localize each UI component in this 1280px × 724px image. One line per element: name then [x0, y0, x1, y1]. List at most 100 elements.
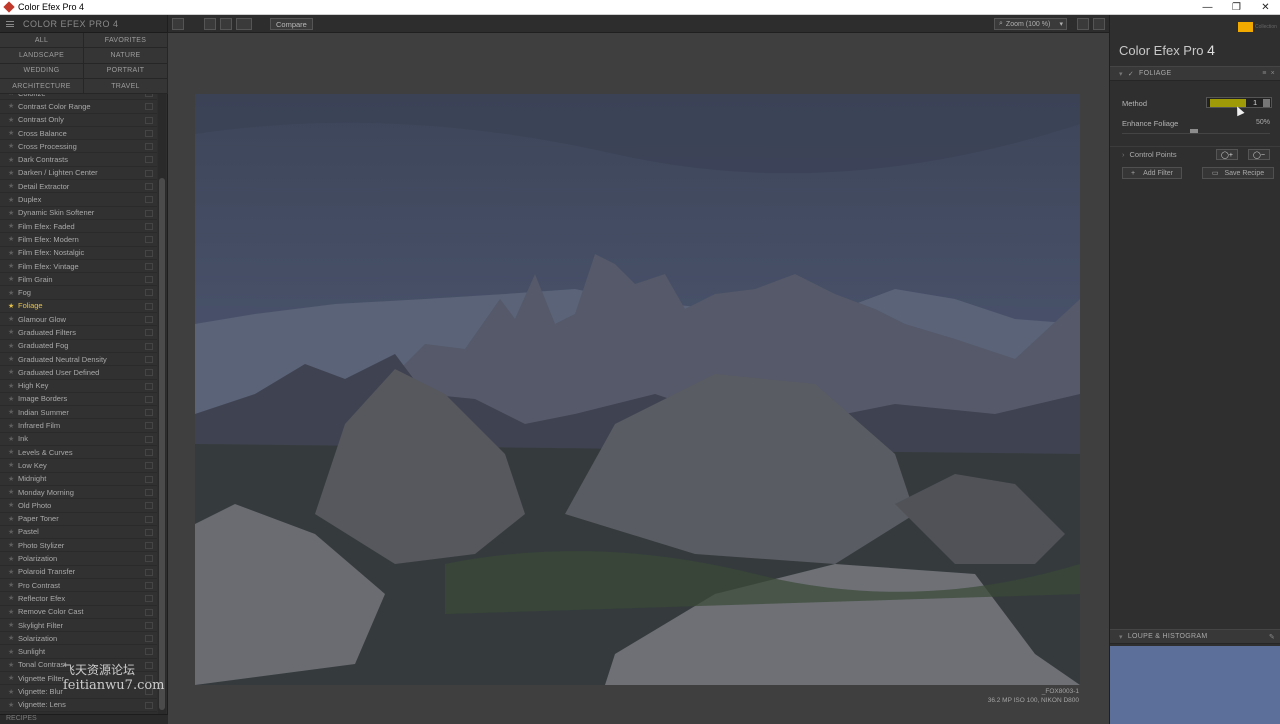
- filter-preset-icon[interactable]: [145, 382, 153, 390]
- filter-item[interactable]: ★ Graduated Neutral Density: [0, 352, 157, 367]
- filter-preset-icon[interactable]: [145, 262, 153, 270]
- favorite-star-icon[interactable]: ★: [8, 262, 18, 270]
- filter-item[interactable]: ★ Sunlight: [0, 645, 157, 659]
- filter-preset-icon[interactable]: [145, 355, 153, 363]
- favorite-star-icon[interactable]: ★: [8, 395, 18, 403]
- filter-preset-icon[interactable]: [145, 369, 153, 377]
- favorite-star-icon[interactable]: ★: [8, 674, 18, 682]
- filter-item[interactable]: ★ Cross Processing: [0, 140, 157, 154]
- favorite-star-icon[interactable]: ★: [8, 302, 18, 310]
- remove-control-point-button[interactable]: ◯−: [1248, 149, 1270, 160]
- favorite-star-icon[interactable]: ★: [8, 448, 18, 456]
- loupe-preview[interactable]: [1110, 646, 1280, 724]
- favorite-star-icon[interactable]: ★: [8, 435, 18, 443]
- filter-item[interactable]: ★ Levels & Curves: [0, 446, 157, 460]
- filter-preset-icon[interactable]: [145, 329, 153, 337]
- category-architecture[interactable]: ARCHITECTURE: [0, 78, 84, 95]
- fullscreen-icon[interactable]: [1093, 18, 1105, 30]
- filter-preset-icon[interactable]: [145, 129, 153, 137]
- chevron-down-icon[interactable]: ▾: [1119, 70, 1123, 78]
- filter-item[interactable]: ★ Polaroid Transfer: [0, 565, 157, 579]
- minimize-button[interactable]: —: [1193, 0, 1222, 15]
- filter-preset-icon[interactable]: [145, 488, 153, 496]
- toggle-panel-icon[interactable]: [172, 18, 184, 30]
- filter-item[interactable]: ★ Detail Extractor: [0, 180, 157, 194]
- filter-item[interactable]: ★ Film Efex: Vintage: [0, 259, 157, 274]
- filter-preset-icon[interactable]: [145, 222, 153, 230]
- filter-item[interactable]: ★ Duplex: [0, 193, 157, 207]
- filter-preset-icon[interactable]: [145, 395, 153, 403]
- category-wedding[interactable]: WEDDING: [0, 63, 84, 79]
- filter-item[interactable]: ★ Polarization: [0, 552, 157, 566]
- favorite-star-icon[interactable]: ★: [8, 461, 18, 469]
- filter-item[interactable]: ★ High Key: [0, 379, 157, 393]
- favorite-star-icon[interactable]: ★: [8, 102, 18, 110]
- filter-preset-icon[interactable]: [145, 555, 153, 563]
- enhance-foliage-slider[interactable]: [1122, 129, 1270, 134]
- filter-preset-icon[interactable]: [145, 462, 153, 470]
- favorite-star-icon[interactable]: ★: [8, 422, 18, 430]
- zoom-select[interactable]: ⌕ Zoom (100 %) ▾: [994, 18, 1067, 30]
- filter-list-scrollbar[interactable]: [158, 94, 166, 714]
- filter-item[interactable]: ★ Photo Stylizer: [0, 539, 157, 553]
- filter-item[interactable]: ★ Infrared Film: [0, 419, 157, 433]
- chevron-right-icon[interactable]: ›: [1122, 150, 1125, 159]
- filter-preset-icon[interactable]: [145, 515, 153, 523]
- filter-item[interactable]: ★ Contrast Color Range: [0, 100, 157, 114]
- foliage-section-header[interactable]: ▾ ✓ FOLIAGE ≡ ×: [1110, 66, 1280, 81]
- favorite-star-icon[interactable]: ★: [8, 501, 18, 509]
- favorite-star-icon[interactable]: ★: [8, 368, 18, 376]
- single-view-icon[interactable]: [204, 18, 216, 30]
- filter-item[interactable]: ★ Dynamic Skin Softener: [0, 206, 157, 220]
- filter-preset-icon[interactable]: [145, 116, 153, 124]
- split-view-icon[interactable]: [220, 18, 232, 30]
- filter-preset-icon[interactable]: [145, 422, 153, 430]
- favorite-star-icon[interactable]: ★: [8, 249, 18, 257]
- compare-button[interactable]: Compare: [270, 18, 313, 30]
- pin-icon[interactable]: ✎: [1269, 633, 1275, 641]
- favorite-star-icon[interactable]: ★: [8, 275, 18, 283]
- chevron-down-icon[interactable]: ▾: [1119, 633, 1123, 641]
- add-filter-button[interactable]: + Add Filter: [1122, 167, 1182, 179]
- background-toggle-icon[interactable]: [1077, 18, 1089, 30]
- filter-preset-icon[interactable]: [145, 183, 153, 191]
- filter-item[interactable]: ★ Image Borders: [0, 392, 157, 407]
- filter-preset-icon[interactable]: [145, 648, 153, 656]
- chevron-down-icon[interactable]: [1263, 99, 1270, 107]
- filter-item[interactable]: ★ Paper Toner: [0, 512, 157, 526]
- favorite-star-icon[interactable]: ★: [8, 594, 18, 602]
- favorite-star-icon[interactable]: ★: [8, 315, 18, 323]
- side-by-side-view-icon[interactable]: [236, 18, 252, 30]
- favorite-star-icon[interactable]: ★: [8, 555, 18, 563]
- checkmark-icon[interactable]: ✓: [1128, 70, 1134, 78]
- filter-preset-icon[interactable]: [145, 342, 153, 350]
- filter-item[interactable]: ★ Foliage: [0, 299, 157, 314]
- favorite-star-icon[interactable]: ★: [8, 129, 18, 137]
- filter-item[interactable]: ★ Dark Contrasts: [0, 153, 157, 167]
- filter-item[interactable]: ★ Film Efex: Nostalgic: [0, 246, 157, 260]
- favorite-star-icon[interactable]: ★: [8, 169, 18, 177]
- favorite-star-icon[interactable]: ★: [8, 475, 18, 483]
- favorite-star-icon[interactable]: ★: [8, 621, 18, 629]
- save-recipe-button[interactable]: ▭ Save Recipe: [1202, 167, 1274, 179]
- filter-preset-icon[interactable]: [145, 94, 153, 97]
- favorite-star-icon[interactable]: ★: [8, 328, 18, 336]
- favorite-star-icon[interactable]: ★: [8, 661, 18, 669]
- category-portrait[interactable]: PORTRAIT: [84, 63, 168, 79]
- filter-item[interactable]: ★ Glamour Glow: [0, 313, 157, 327]
- filter-preset-icon[interactable]: [145, 143, 153, 151]
- category-landscape[interactable]: LANDSCAPE: [0, 48, 84, 64]
- menu-icon[interactable]: [6, 20, 14, 27]
- recipes-section[interactable]: RECIPES: [0, 714, 168, 724]
- filter-preset-icon[interactable]: [145, 608, 153, 616]
- filter-preset-icon[interactable]: [145, 502, 153, 510]
- filter-preset-icon[interactable]: [145, 581, 153, 589]
- filter-item[interactable]: ★ Monday Morning: [0, 485, 157, 500]
- filter-item[interactable]: ★ Cross Balance: [0, 126, 157, 141]
- favorite-star-icon[interactable]: ★: [8, 182, 18, 190]
- filter-item[interactable]: ★ Vignette: Lens: [0, 698, 157, 712]
- favorite-star-icon[interactable]: ★: [8, 488, 18, 496]
- filter-preset-icon[interactable]: [145, 156, 153, 164]
- loupe-section-header[interactable]: ▾ LOUPE & HISTOGRAM ✎: [1110, 629, 1280, 644]
- filter-preset-icon[interactable]: [145, 409, 153, 417]
